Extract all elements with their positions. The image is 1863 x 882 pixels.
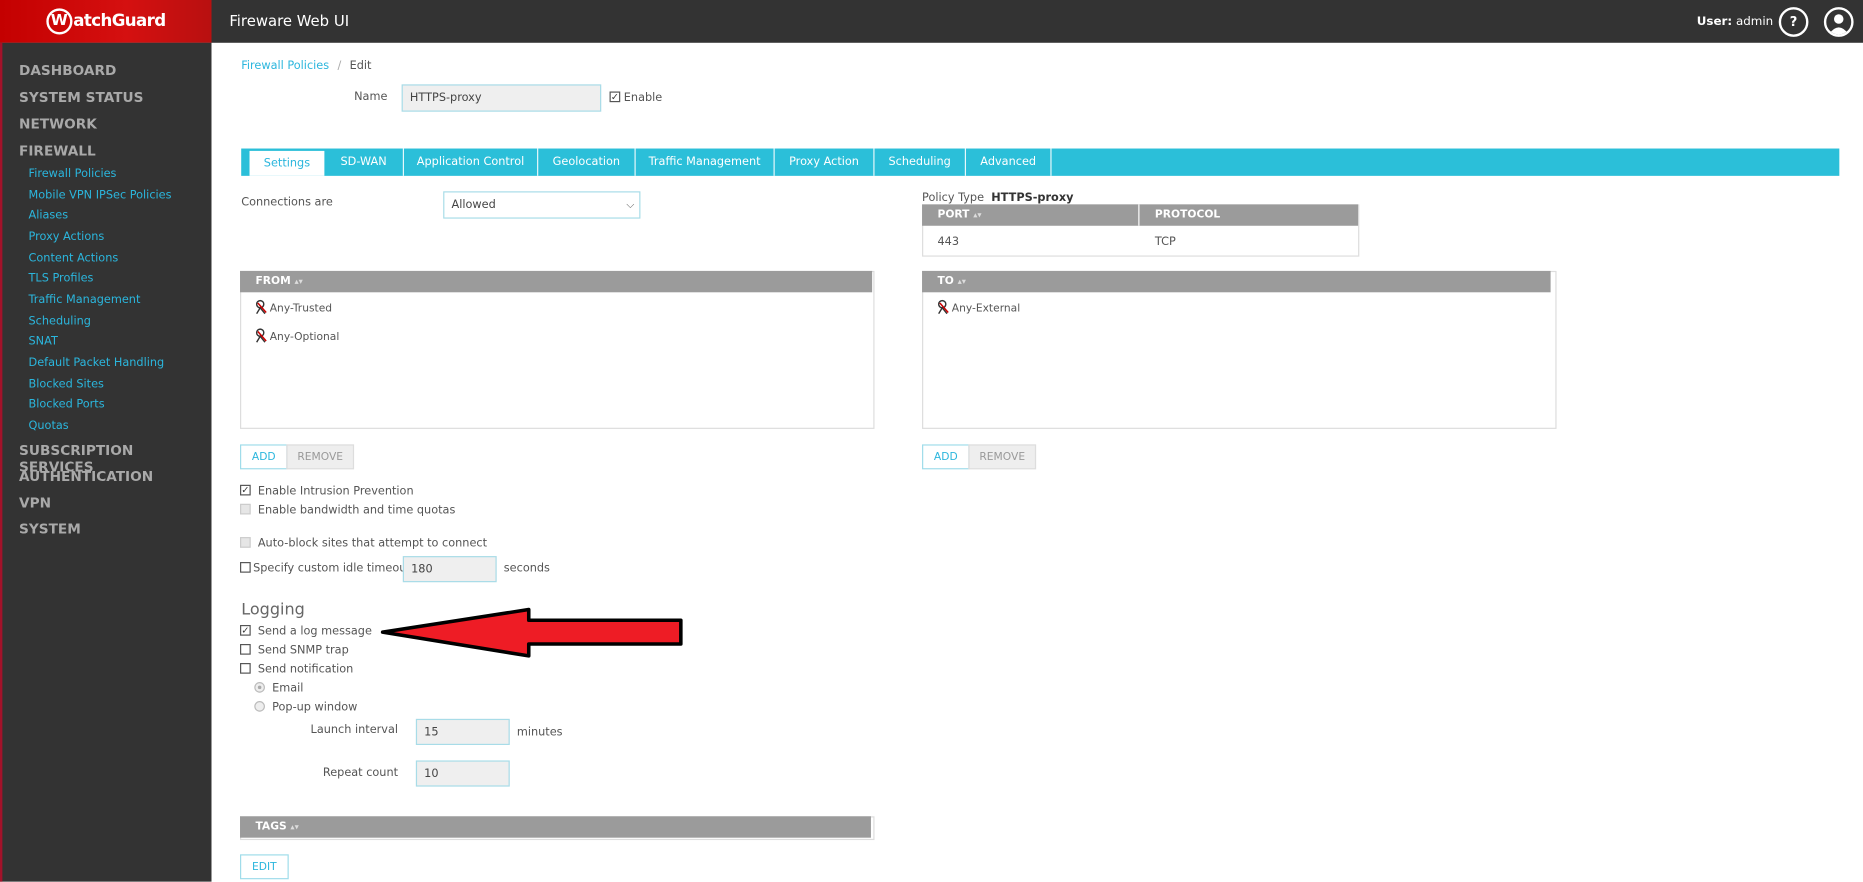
name-label: Name (354, 90, 388, 104)
tags-edit-button[interactable]: EDIT (240, 854, 289, 880)
from-remove-button[interactable]: REMOVE (286, 444, 355, 470)
idle-timeout-input[interactable]: 180 (402, 556, 497, 583)
repeat-count-label: Repeat count (322, 766, 399, 780)
sort-icon: ▴▾ (290, 822, 299, 832)
launch-interval-label: Launch interval (310, 723, 399, 737)
to-item[interactable]: Any-External (936, 299, 1020, 318)
breadcrumb: Firewall Policies / Edit (241, 59, 372, 73)
sidebar-section-system-status[interactable]: SYSTEM STATUS (19, 89, 143, 106)
sidebar-section-dashboard[interactable]: DASHBOARD (19, 62, 116, 79)
to-header[interactable]: TO ▴▾ (922, 270, 1551, 293)
from-header[interactable]: FROM ▴▾ (240, 270, 873, 293)
protocol-cell: TCP (1154, 235, 1176, 249)
tab-sd-wan[interactable]: SD-WAN (324, 148, 404, 176)
question-circle-icon[interactable]: ? (1778, 7, 1809, 37)
launch-interval-input[interactable]: 15 (415, 718, 510, 746)
network-alias-icon (254, 328, 268, 347)
network-alias-icon (936, 299, 950, 318)
sidebar-item-mobile-vpn-ipsec-policies[interactable]: Mobile VPN IPSec Policies (29, 189, 172, 202)
send-notification-checkbox[interactable] (240, 663, 251, 674)
auto-block-checkbox[interactable] (240, 537, 251, 548)
sort-icon: ▴▾ (957, 276, 966, 287)
port-column-header[interactable]: PORT ▴▾ (922, 204, 1140, 226)
idle-timeout-checkbox[interactable] (240, 562, 251, 573)
sidebar-item-scheduling[interactable]: Scheduling (29, 315, 91, 328)
send-log-checkbox[interactable]: ✓ (240, 624, 251, 636)
tab-settings[interactable]: Settings (249, 150, 325, 176)
quotas-checkbox[interactable] (240, 503, 251, 515)
sidebar-item-blocked-ports[interactable]: Blocked Ports (29, 398, 105, 411)
intrusion-prevention-label: Enable Intrusion Prevention (257, 484, 414, 498)
sidebar-item-quotas[interactable]: Quotas (29, 419, 69, 432)
name-input[interactable]: HTTPS-proxy (401, 84, 602, 112)
sidebar-section-network[interactable]: NETWORK (19, 115, 97, 132)
watchguard-logo[interactable]: WatchGuard (0, 0, 212, 43)
sort-icon: ▴▾ (973, 210, 982, 220)
port-cell: 443 (937, 235, 960, 249)
launch-unit-label: minutes (516, 725, 563, 740)
tab-traffic-management[interactable]: Traffic Management (636, 148, 775, 176)
sidebar-item-proxy-actions[interactable]: Proxy Actions (29, 231, 105, 244)
to-remove-button[interactable]: REMOVE (968, 444, 1037, 470)
sidebar-item-traffic-management[interactable]: Traffic Management (29, 294, 141, 307)
tags-header[interactable]: TAGS ▴▾ (240, 816, 871, 838)
sidebar: DASHBOARD SYSTEM STATUS NETWORK FIREWALL Fir… (0, 42, 212, 882)
idle-unit-label: seconds (503, 562, 550, 576)
sidebar-section-system[interactable]: SYSTEM (19, 520, 81, 537)
connections-select[interactable]: Allowed ⌵ (443, 191, 641, 219)
chevron-down-icon: ⌵ (626, 199, 635, 211)
to-list (922, 270, 1557, 429)
connections-label: Connections are (241, 196, 333, 210)
enable-label: Enable (623, 91, 663, 105)
app-title: Fireware Web UI (229, 11, 350, 30)
protocol-column-header[interactable]: PROTOCOL (1139, 204, 1359, 226)
intrusion-prevention-checkbox[interactable]: ✓ (240, 484, 251, 496)
network-alias-icon (254, 299, 268, 318)
sort-icon: ▴▾ (294, 276, 303, 287)
tab-application-control[interactable]: Application Control (404, 148, 539, 176)
sidebar-section-firewall[interactable]: FIREWALL (19, 143, 96, 160)
sidebar-section-vpn[interactable]: VPN (19, 494, 51, 511)
repeat-count-input[interactable]: 10 (415, 760, 510, 787)
enable-checkbox[interactable]: ✓ (609, 91, 621, 103)
idle-timeout-label: Specify custom idle timeout (253, 562, 411, 576)
user-label: User: admin (1696, 15, 1774, 29)
sidebar-item-default-packet-handling[interactable]: Default Packet Handling (29, 356, 165, 369)
sidebar-item-blocked-sites[interactable]: Blocked Sites (29, 377, 104, 390)
logging-heading: Logging (241, 600, 305, 620)
tab-geolocation[interactable]: Geolocation (538, 148, 636, 176)
popup-radio[interactable] (254, 701, 265, 712)
to-add-button[interactable]: ADD (922, 444, 970, 470)
email-radio[interactable] (254, 682, 265, 693)
user-avatar-icon[interactable] (1823, 7, 1854, 37)
policy-type: Policy Type HTTPS-proxy (922, 191, 1074, 205)
sidebar-section-authentication[interactable]: AUTHENTICATION (19, 468, 153, 485)
tab-scheduling[interactable]: Scheduling (875, 148, 967, 176)
snmp-trap-label: Send SNMP trap (257, 644, 349, 658)
from-add-button[interactable]: ADD (240, 444, 288, 470)
auto-block-label: Auto-block sites that attempt to connect (257, 537, 488, 551)
tab-bar: Settings SD-WAN Application Control Geoloca… (241, 148, 1840, 176)
sidebar-item-aliases[interactable]: Aliases (29, 210, 69, 223)
sidebar-item-tls-profiles[interactable]: TLS Profiles (29, 273, 94, 286)
sidebar-item-firewall-policies[interactable]: Firewall Policies (29, 168, 117, 181)
sidebar-item-content-actions[interactable]: Content Actions (29, 252, 119, 265)
send-notification-label: Send notification (257, 663, 354, 677)
tab-advanced[interactable]: Advanced (966, 148, 1052, 176)
sidebar-item-snat[interactable]: SNAT (29, 335, 58, 348)
tab-proxy-action[interactable]: Proxy Action (775, 148, 875, 176)
from-item[interactable]: Any-Optional (254, 328, 339, 347)
snmp-trap-checkbox[interactable] (240, 644, 251, 655)
from-list (240, 270, 875, 429)
send-log-label: Send a log message (257, 624, 372, 639)
email-label: Email (272, 682, 304, 696)
from-item[interactable]: Any-Trusted (254, 299, 332, 318)
annotation-arrow-icon (380, 607, 683, 658)
quotas-label: Enable bandwidth and time quotas (257, 503, 456, 517)
popup-label: Pop-up window (272, 701, 358, 715)
breadcrumb-link-firewall-policies[interactable]: Firewall Policies (241, 59, 329, 72)
